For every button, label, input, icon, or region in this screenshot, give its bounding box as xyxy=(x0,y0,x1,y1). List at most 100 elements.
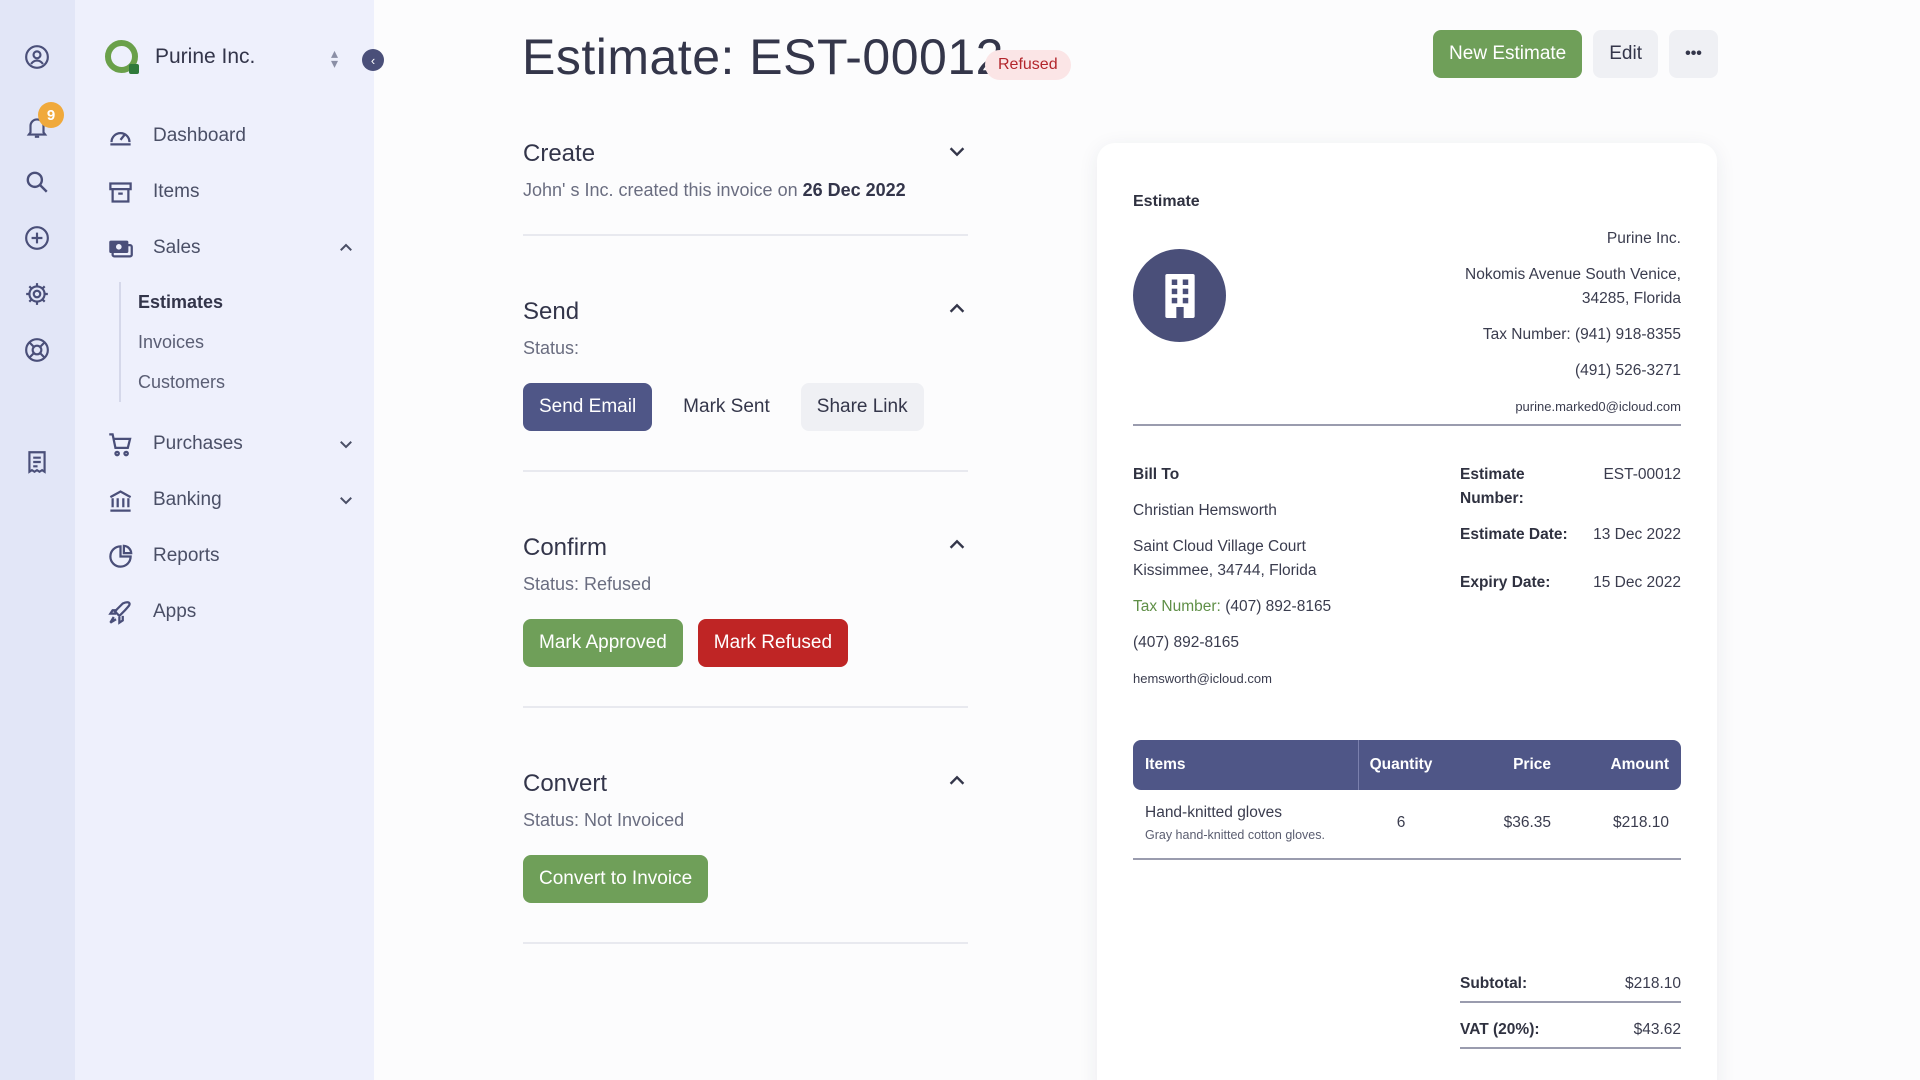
customer-tax: Tax Number: (407) 892-8165 xyxy=(1133,595,1331,619)
company-address: Nokomis Avenue South Venice, 34285, Flori… xyxy=(1465,263,1681,311)
sidebar-item-reports[interactable]: Reports xyxy=(105,528,355,584)
company-name: Purine Inc. xyxy=(155,44,256,68)
mark-sent-button[interactable]: Mark Sent xyxy=(667,383,786,431)
expiry-date-row: Expiry Date: 15 Dec 2022 xyxy=(1460,571,1681,595)
more-options-button[interactable]: ••• xyxy=(1669,30,1718,78)
estimate-preview: Estimate Purine Inc. Nokomis Avenue Sout… xyxy=(1097,143,1717,1080)
vat-value: $43.62 xyxy=(1633,1021,1681,1038)
company-email: purine.marked0@icloud.com xyxy=(1515,399,1681,414)
plus-circle-icon[interactable] xyxy=(22,223,52,253)
address-line: Saint Cloud Village Court xyxy=(1133,538,1306,555)
lifebuoy-icon[interactable] xyxy=(22,335,52,365)
mark-approved-button[interactable]: Mark Approved xyxy=(523,619,683,667)
subtotal-row: Subtotal: $218.10 xyxy=(1460,975,1681,1003)
chevron-up-icon[interactable] xyxy=(337,239,355,257)
chevron-up-icon[interactable] xyxy=(946,770,968,792)
dashboard-icon xyxy=(105,121,135,151)
table-header: Items Quantity Price Amount xyxy=(1133,740,1681,790)
confirm-actions: Mark Approved Mark Refused xyxy=(523,619,968,667)
meta-label: Estimate Number: xyxy=(1460,466,1525,507)
sidebar-item-label: Apps xyxy=(153,601,197,622)
table-row: Hand-knitted gloves Gray hand-knitted co… xyxy=(1133,790,1681,860)
sidebar-subitem-estimates[interactable]: Estimates xyxy=(138,282,355,322)
switch-company-icon[interactable]: ▴ ▾ xyxy=(331,46,338,70)
status-badge: Refused xyxy=(985,50,1071,80)
convert-to-invoice-button[interactable]: Convert to Invoice xyxy=(523,855,709,903)
item-amount: $218.10 xyxy=(1612,814,1669,831)
sidebar-subitem-customers[interactable]: Customers xyxy=(138,362,355,402)
step-title: Create xyxy=(523,140,596,167)
icon-rail: 9 xyxy=(0,0,75,1080)
step-confirm-status: Status: Refused xyxy=(523,574,652,594)
address-line: 34285, Florida xyxy=(1581,290,1681,307)
totals: Subtotal: $218.10 VAT (20%): $43.62 xyxy=(1460,975,1681,1067)
customer-phone: (407) 892-8165 xyxy=(1133,634,1239,651)
bill-to: Bill To Christian Hemsworth Saint Cloud … xyxy=(1133,463,1331,703)
sales-submenu: Estimates Invoices Customers xyxy=(119,282,355,402)
receipt-icon[interactable] xyxy=(22,447,52,477)
step-create: Create John' s Inc. created this invoice… xyxy=(523,140,968,236)
share-link-button[interactable]: Share Link xyxy=(800,383,924,431)
customer-address: Saint Cloud Village Court Kissimmee, 3474… xyxy=(1133,535,1331,583)
mark-refused-button[interactable]: Mark Refused xyxy=(697,619,849,667)
address-line: Nokomis Avenue South Venice, xyxy=(1465,266,1681,283)
estimate-meta: Estimate Number: EST-00012 Estimate Date:… xyxy=(1460,463,1681,607)
chevron-up-icon[interactable] xyxy=(946,534,968,556)
company-switcher[interactable]: Purine Inc. xyxy=(105,40,256,74)
total-label: Subtotal: xyxy=(1460,975,1528,992)
vat-row: VAT (20%): $43.62 xyxy=(1460,1021,1681,1049)
sidebar-item-sales[interactable]: Sales xyxy=(105,220,355,276)
estimate-date-row: Estimate Date: 13 Dec 2022 xyxy=(1460,523,1681,547)
step-convert: Convert Status: Not Invoiced Convert to … xyxy=(523,708,968,944)
bell-icon[interactable]: 9 xyxy=(22,102,64,142)
tax-value: (407) 892-8165 xyxy=(1225,598,1332,615)
chevron-up-icon[interactable] xyxy=(946,298,968,320)
sidebar-item-banking[interactable]: Banking xyxy=(105,472,355,528)
cart-icon xyxy=(105,429,135,459)
sidebar-item-label: Dashboard xyxy=(153,125,246,146)
divider xyxy=(1133,424,1681,426)
estimate-number-row: Estimate Number: EST-00012 xyxy=(1460,463,1681,511)
sidebar-item-dashboard[interactable]: Dashboard xyxy=(105,108,355,164)
archive-icon xyxy=(105,177,135,207)
column-header: Items xyxy=(1133,740,1359,790)
subtotal-value: $218.10 xyxy=(1624,975,1681,992)
sidebar-item-label: Reports xyxy=(153,545,220,566)
sidebar-item-apps[interactable]: Apps xyxy=(105,584,355,640)
step-title: Confirm xyxy=(523,534,608,561)
building-icon xyxy=(1133,249,1226,342)
page-title: Estimate: EST-00012 xyxy=(522,29,1004,85)
sidebar-item-items[interactable]: Items xyxy=(105,164,355,220)
header-actions: New Estimate Edit ••• xyxy=(1433,30,1718,78)
column-header: Quantity xyxy=(1369,756,1433,773)
estimate-number: EST-00012 xyxy=(1603,466,1681,483)
new-estimate-button[interactable]: New Estimate xyxy=(1433,30,1583,78)
chevron-down-icon[interactable] xyxy=(946,140,968,162)
sidebar-item-label: Items xyxy=(153,181,200,202)
step-send: Send Status: Send Email Mark Sent Share … xyxy=(523,236,968,472)
chevron-down-icon[interactable] xyxy=(337,491,355,509)
search-icon[interactable] xyxy=(22,167,52,197)
item-name: Hand-knitted gloves xyxy=(1145,804,1282,821)
notification-badge: 9 xyxy=(38,102,64,128)
convert-actions: Convert to Invoice xyxy=(523,855,968,903)
sidebar-nav: Dashboard Items Sales Estimates Invoices… xyxy=(105,108,355,640)
bill-to-heading: Bill To xyxy=(1133,466,1180,483)
meta-label: Estimate Date: xyxy=(1460,526,1568,543)
send-email-button[interactable]: Send Email xyxy=(523,383,653,431)
item-quantity: 6 xyxy=(1396,814,1406,831)
money-icon xyxy=(105,233,135,263)
step-title: Convert xyxy=(523,770,608,797)
gear-icon[interactable] xyxy=(22,279,52,309)
sidebar-subitem-invoices[interactable]: Invoices xyxy=(138,322,355,362)
column-header: Amount xyxy=(1610,756,1669,773)
edit-button[interactable]: Edit xyxy=(1593,30,1658,78)
step-title: Send xyxy=(523,298,580,325)
profile-icon[interactable] xyxy=(22,42,52,72)
step-create-text: John' s Inc. created this invoice on 26 … xyxy=(523,180,968,201)
column-header: Price xyxy=(1513,756,1551,773)
company-name: Purine Inc. xyxy=(1606,230,1681,247)
sidebar-item-purchases[interactable]: Purchases xyxy=(105,416,355,472)
chevron-down-icon[interactable] xyxy=(337,435,355,453)
collapse-sidebar-button[interactable]: ‹ xyxy=(362,49,384,71)
